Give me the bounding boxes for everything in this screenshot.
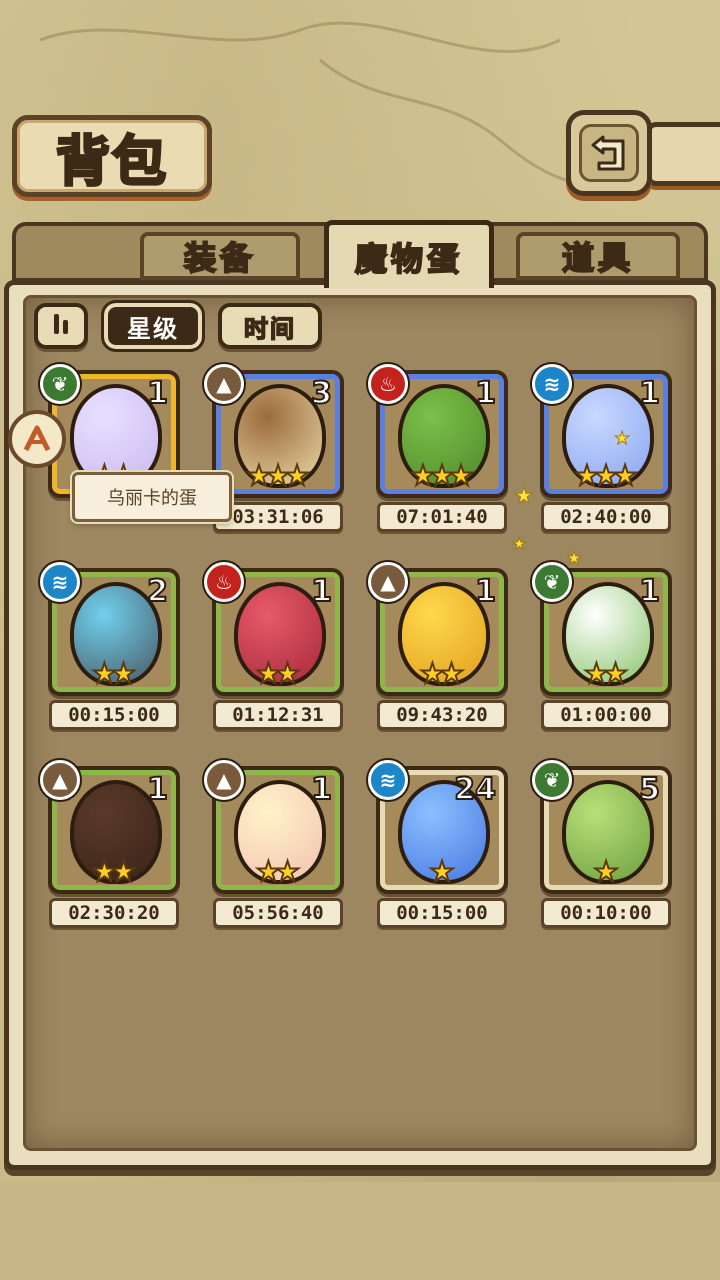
egg-count: 1 [638,375,661,412]
filter-star-button[interactable]: 星级 [101,300,205,352]
sparkle-icon: ★ [613,428,631,450]
water-element-icon: ≋ [368,760,408,800]
grass-element-icon: ❦ [40,364,80,404]
hatch-timer: 02:30:20 [49,898,179,928]
star-icon: ★ [274,657,301,690]
sort-order-button[interactable] [34,303,88,349]
bottom-map-strip [0,1182,720,1280]
egg-name-tooltip-text: 乌丽卡的蛋 [107,488,197,509]
star-rating: ★ [380,855,504,888]
tab-monster-eggs[interactable]: 魔物蛋 [324,220,494,288]
star-rating: ★★ [380,657,504,690]
earth-element-icon: ▲ [204,760,244,800]
star-icon: ★ [274,855,301,888]
star-rating: ★★ [544,657,668,690]
filter-time-button[interactable]: 时间 [218,303,322,349]
hatch-timer: 00:10:00 [541,898,671,928]
sparkle-icon: ★ [514,484,535,510]
filter-time-label: 时间 [243,314,296,344]
star-icon: ★ [438,657,465,690]
egg-count: 1 [146,375,169,412]
pin-badge[interactable] [8,410,66,468]
sparkle-icon: ★ [565,548,583,570]
filter-star-label: 星级 [127,314,179,343]
earth-element-icon: ▲ [368,562,408,602]
earth-element-icon: ▲ [40,760,80,800]
hatch-timer: 01:12:31 [213,700,343,730]
star-icon: ★ [428,855,455,888]
egg-count: 1 [474,375,497,412]
return-arrow-icon [591,135,625,171]
tab-equipment-label: 装备 [183,238,256,278]
hatch-timer: 07:01:40 [377,502,507,532]
earth-element-icon: ▲ [204,364,244,404]
egg-count: 24 [453,771,497,808]
egg-count: 3 [310,375,333,412]
star-rating: ★★ [216,855,340,888]
hatch-timer: 00:15:00 [49,700,179,730]
pin-icon [23,425,51,452]
tab-items[interactable]: 道具 [516,232,680,280]
hatch-timer: 01:00:00 [541,700,671,730]
back-button-inner [579,124,639,182]
back-button-rail [646,122,720,186]
tab-monster-eggs-label: 魔物蛋 [354,239,463,279]
egg-count: 1 [310,573,333,610]
egg-count: 5 [638,771,661,808]
egg-name-tooltip: 乌丽卡的蛋 [72,472,232,522]
star-rating: ★★★ [544,459,668,492]
grass-element-icon: ❦ [532,760,572,800]
sort-toggle-icon [52,312,70,340]
egg-count: 1 [310,771,333,808]
hatch-timer: 03:31:06 [213,502,343,532]
hatch-timer: 09:43:20 [377,700,507,730]
star-rating: ★★★ [216,459,340,492]
fire-element-icon: ♨ [204,562,244,602]
tab-equipment[interactable]: 装备 [140,232,300,280]
page-title: 背包 [55,127,168,194]
star-icon: ★ [110,855,137,888]
tab-items-label: 道具 [561,238,634,278]
star-icon: ★ [448,459,475,492]
egg-count: 1 [638,573,661,610]
star-rating: ★★ [216,657,340,690]
star-rating: ★★ [52,657,176,690]
star-icon: ★ [110,657,137,690]
egg-count: 1 [474,573,497,610]
water-element-icon: ≋ [40,562,80,602]
star-rating: ★★ [52,855,176,888]
star-rating: ★★★ [380,459,504,492]
star-icon: ★ [284,459,311,492]
star-icon: ★ [602,657,629,690]
egg-count: 1 [146,771,169,808]
hatch-timer: 05:56:40 [213,898,343,928]
fire-element-icon: ♨ [368,364,408,404]
page-title-plate: 背包 [12,115,212,197]
star-icon: ★ [592,855,619,888]
star-icon: ★ [612,459,639,492]
hatch-timer: 02:40:00 [541,502,671,532]
sparkle-icon: ★ [511,534,527,554]
egg-count: 2 [146,573,169,610]
star-rating: ★ [544,855,668,888]
hatch-timer: 00:15:00 [377,898,507,928]
back-button[interactable] [566,110,652,196]
water-element-icon: ≋ [532,364,572,404]
